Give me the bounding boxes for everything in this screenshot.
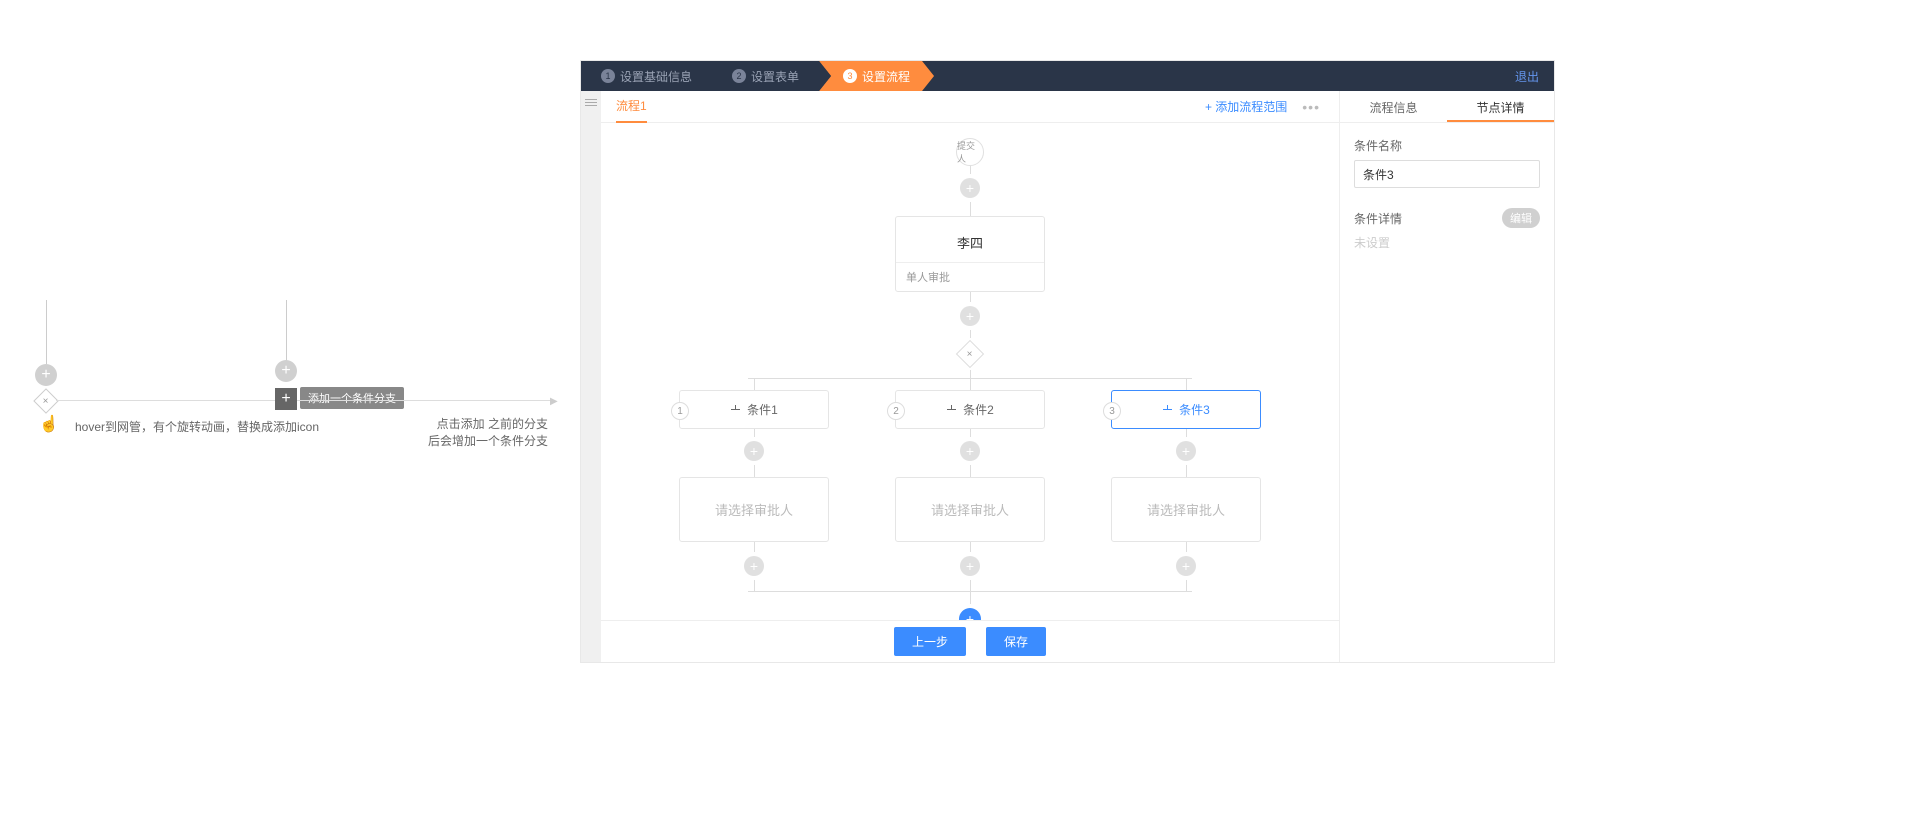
branch-1: 1 条件1 + 请选择审批人 bbox=[661, 378, 847, 592]
connector-line bbox=[1186, 542, 1187, 552]
add-icon[interactable]: + bbox=[35, 364, 57, 386]
connector-line bbox=[56, 400, 281, 401]
right-panel: 流程信息 节点详情 条件名称 条件详情 编辑 未设置 bbox=[1339, 91, 1554, 662]
branch-icon bbox=[946, 405, 958, 415]
connector-line bbox=[970, 378, 971, 390]
connector-line bbox=[46, 300, 47, 364]
add-node-button[interactable]: + bbox=[960, 556, 980, 576]
approver-placeholder-node[interactable]: 请选择审批人 bbox=[895, 477, 1045, 542]
branch-number: 3 bbox=[1103, 402, 1121, 420]
connector-line bbox=[970, 592, 971, 604]
add-node-primary-button[interactable]: + bbox=[959, 608, 981, 620]
branch-3: 3 条件3 + 请选择审批人 bbox=[1093, 378, 1279, 592]
connector-line bbox=[970, 542, 971, 552]
approver-node[interactable]: 李四 单人审批 bbox=[895, 216, 1045, 292]
add-square-icon[interactable]: + bbox=[275, 388, 297, 410]
condition-node[interactable]: 条件2 bbox=[895, 390, 1045, 429]
add-node-button[interactable]: + bbox=[1176, 556, 1196, 576]
connector-line bbox=[754, 542, 755, 552]
step-form[interactable]: 2 设置表单 bbox=[712, 61, 819, 91]
prev-step-button[interactable]: 上一步 bbox=[894, 627, 966, 656]
condition-node[interactable]: 条件1 bbox=[679, 390, 829, 429]
connector-line bbox=[970, 166, 971, 174]
branch-2: 2 条件2 + 请选择审批人 bbox=[877, 378, 1063, 592]
add-node-button[interactable]: + bbox=[960, 178, 980, 198]
start-node[interactable]: 提交人 bbox=[956, 138, 984, 166]
node-type: 单人审批 bbox=[896, 262, 1044, 291]
condition-unset-text: 未设置 bbox=[1354, 234, 1540, 251]
more-icon[interactable]: ••• bbox=[1302, 99, 1320, 115]
step-label: 设置流程 bbox=[862, 68, 910, 85]
connector-line bbox=[754, 465, 755, 477]
add-node-button[interactable]: + bbox=[960, 441, 980, 461]
add-node-button[interactable]: + bbox=[744, 556, 764, 576]
connector-line bbox=[970, 465, 971, 477]
annotation-hover: hover到网管，有个旋转动画，替换成添加icon bbox=[75, 418, 319, 435]
step-label: 设置表单 bbox=[751, 68, 799, 85]
condition-detail-label: 条件详情 bbox=[1354, 210, 1402, 227]
step-basic-info[interactable]: 1 设置基础信息 bbox=[581, 61, 712, 91]
flow-canvas: 提交人 + 李四 单人审批 + × bbox=[601, 123, 1339, 620]
step-flow[interactable]: 3 设置流程 bbox=[819, 61, 934, 91]
footer-bar: 上一步 保存 bbox=[601, 620, 1339, 662]
connector-line bbox=[970, 429, 971, 437]
tooltip: 添加一个条件分支 bbox=[300, 387, 404, 409]
connector-line bbox=[970, 202, 971, 216]
connector-line bbox=[754, 378, 755, 390]
branch-number: 1 bbox=[671, 402, 689, 420]
connector-line bbox=[286, 300, 287, 364]
add-flow-scope-link[interactable]: + 添加流程范围 bbox=[1205, 98, 1287, 115]
connector-line bbox=[297, 400, 552, 401]
hamburger-icon bbox=[585, 99, 597, 106]
connector-line bbox=[754, 429, 755, 437]
condition-node-selected[interactable]: 条件3 bbox=[1111, 390, 1261, 429]
approver-placeholder-node[interactable]: 请选择审批人 bbox=[1111, 477, 1261, 542]
connector-line bbox=[970, 292, 971, 302]
save-button[interactable]: 保存 bbox=[986, 627, 1046, 656]
condition-name-input[interactable] bbox=[1354, 160, 1540, 188]
connector-line bbox=[970, 370, 971, 378]
tab-flow1[interactable]: 流程1 bbox=[616, 91, 647, 123]
add-icon[interactable]: + bbox=[275, 360, 297, 382]
connector-line bbox=[970, 330, 971, 338]
annotation-click: 点击添加 之前的分支 后会增加一个条件分支 bbox=[428, 415, 548, 449]
step-number: 3 bbox=[843, 69, 857, 83]
arrow-icon: ▶ bbox=[550, 396, 558, 407]
gateway-node[interactable]: × bbox=[956, 340, 984, 368]
connector-line bbox=[1186, 378, 1187, 390]
add-node-button[interactable]: + bbox=[744, 441, 764, 461]
add-node-button[interactable]: + bbox=[960, 306, 980, 326]
step-number: 1 bbox=[601, 69, 615, 83]
tab-node-detail[interactable]: 节点详情 bbox=[1447, 91, 1554, 122]
branch-icon bbox=[730, 405, 742, 415]
step-number: 2 bbox=[732, 69, 746, 83]
connector-line bbox=[1186, 465, 1187, 477]
collapse-rail[interactable] bbox=[581, 91, 601, 662]
branch-number: 2 bbox=[887, 402, 905, 420]
connector-line bbox=[748, 591, 1192, 592]
node-name: 李四 bbox=[896, 217, 1044, 262]
add-node-button[interactable]: + bbox=[1176, 441, 1196, 461]
cursor-hand-icon: ☝ bbox=[39, 414, 59, 434]
branch-icon bbox=[1162, 405, 1174, 415]
step-label: 设置基础信息 bbox=[620, 68, 692, 85]
tab-flow-info[interactable]: 流程信息 bbox=[1340, 91, 1447, 122]
edit-button[interactable]: 编辑 bbox=[1502, 208, 1540, 228]
approver-placeholder-node[interactable]: 请选择审批人 bbox=[679, 477, 829, 542]
condition-name-label: 条件名称 bbox=[1354, 137, 1540, 154]
canvas-tab-bar: 流程1 + 添加流程范围 ••• bbox=[601, 91, 1339, 123]
connector-line bbox=[1186, 429, 1187, 437]
app-window: 1 设置基础信息 2 设置表单 3 设置流程 退出 流程1 + 添加流程范围 •… bbox=[580, 60, 1555, 663]
diamond-x-icon[interactable]: × bbox=[33, 388, 58, 413]
stepper-bar: 1 设置基础信息 2 设置表单 3 设置流程 退出 bbox=[581, 61, 1554, 91]
exit-link[interactable]: 退出 bbox=[1515, 68, 1554, 85]
